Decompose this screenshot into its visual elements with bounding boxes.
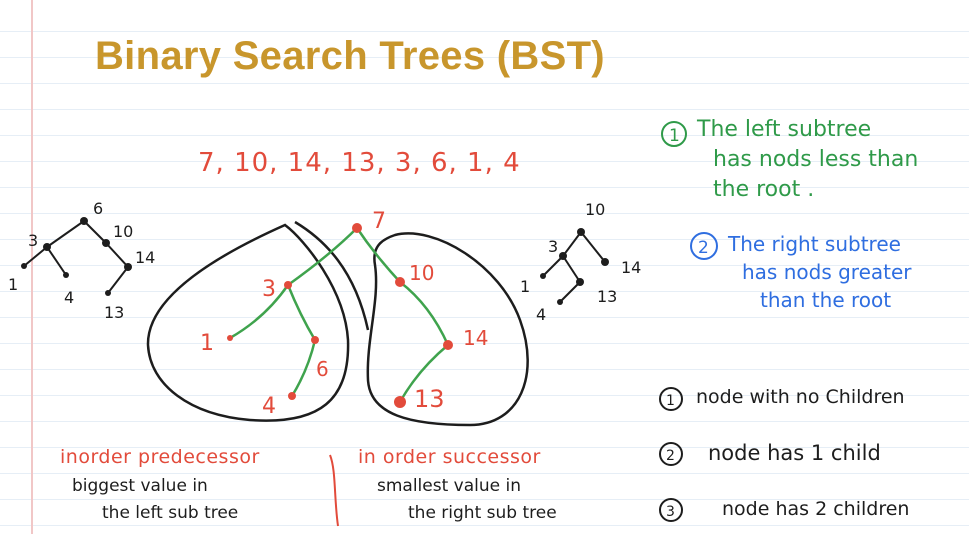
edge-3-1 [229, 284, 290, 340]
notebook-page: Binary Search Trees (BST) 7, 10, 14, 13,… [0, 0, 969, 534]
svg-text:13: 13 [104, 303, 124, 322]
property-2-line-2: has nods greater [742, 260, 912, 284]
property-1: The left subtree has nods less than the … [697, 115, 918, 205]
left-subtree-outline [146, 223, 350, 422]
main-tree-edges [229, 227, 450, 403]
right-subtree-outline [366, 232, 529, 427]
property-2-line-1: The right subtree [728, 232, 901, 256]
label-3: 3 [262, 277, 276, 302]
svg-text:6: 6 [93, 199, 103, 218]
property-1-line-1: The left subtree [697, 117, 872, 142]
svg-text:4: 4 [536, 305, 546, 324]
svg-text:10: 10 [113, 222, 133, 241]
label-6: 6 [316, 357, 329, 381]
p2-number: 2 [698, 238, 709, 258]
label-7: 7 [372, 209, 386, 234]
node-10 [395, 277, 405, 287]
property-1-line-2: has nods less than [713, 147, 919, 172]
svg-text:14: 14 [621, 258, 641, 277]
root-divider-stroke [294, 220, 370, 331]
svg-text:3: 3 [666, 504, 675, 520]
svg-text:2: 2 [666, 448, 675, 464]
successor-label: in order successor [358, 446, 541, 468]
svg-text:10: 10 [585, 200, 605, 219]
edge-10-14 [399, 281, 450, 346]
svg-text:3: 3 [28, 231, 38, 250]
bottom-divider [329, 454, 339, 527]
svg-text:1: 1 [520, 277, 530, 296]
predecessor-line-2: the left sub tree [102, 503, 239, 523]
delete-case-2: node has 1 child [708, 441, 881, 465]
successor-line-1: smallest value in [377, 476, 522, 496]
delete-case-1: node with no Children [696, 386, 905, 408]
right-mini-tree: 10 3 14 1 4 13 [520, 200, 641, 324]
property-2-line-3: than the root [760, 288, 892, 312]
predecessor-line-1: biggest value in [72, 476, 208, 496]
left-mini-tree: 3 6 10 14 1 4 13 [8, 199, 155, 322]
predecessor-label: inorder predecessor [60, 446, 260, 468]
node-4 [288, 392, 296, 400]
delete-case-3: node has 2 children [722, 498, 910, 520]
svg-text:4: 4 [64, 288, 74, 307]
svg-text:14: 14 [135, 248, 155, 267]
edge-6-4 [290, 339, 317, 397]
edge-3-6 [286, 284, 317, 341]
svg-text:13: 13 [597, 287, 617, 306]
node-6 [311, 336, 319, 344]
label-13: 13 [414, 385, 445, 413]
svg-text:1: 1 [8, 275, 18, 294]
node-3 [284, 281, 292, 289]
label-14: 14 [463, 326, 488, 350]
svg-text:3: 3 [548, 237, 558, 256]
label-10: 10 [409, 261, 434, 285]
successor-line-2: the right sub tree [408, 503, 557, 523]
label-1: 1 [200, 331, 214, 356]
p1-number: 1 [669, 126, 680, 146]
node-14 [443, 340, 453, 350]
svg-text:1: 1 [666, 393, 675, 409]
property-1-line-3: the root . [713, 177, 815, 202]
node-13 [394, 396, 406, 408]
node-1 [227, 335, 233, 341]
property-2: The right subtree has nods greater than … [728, 230, 912, 314]
label-4: 4 [262, 394, 276, 419]
node-7 [352, 223, 362, 233]
